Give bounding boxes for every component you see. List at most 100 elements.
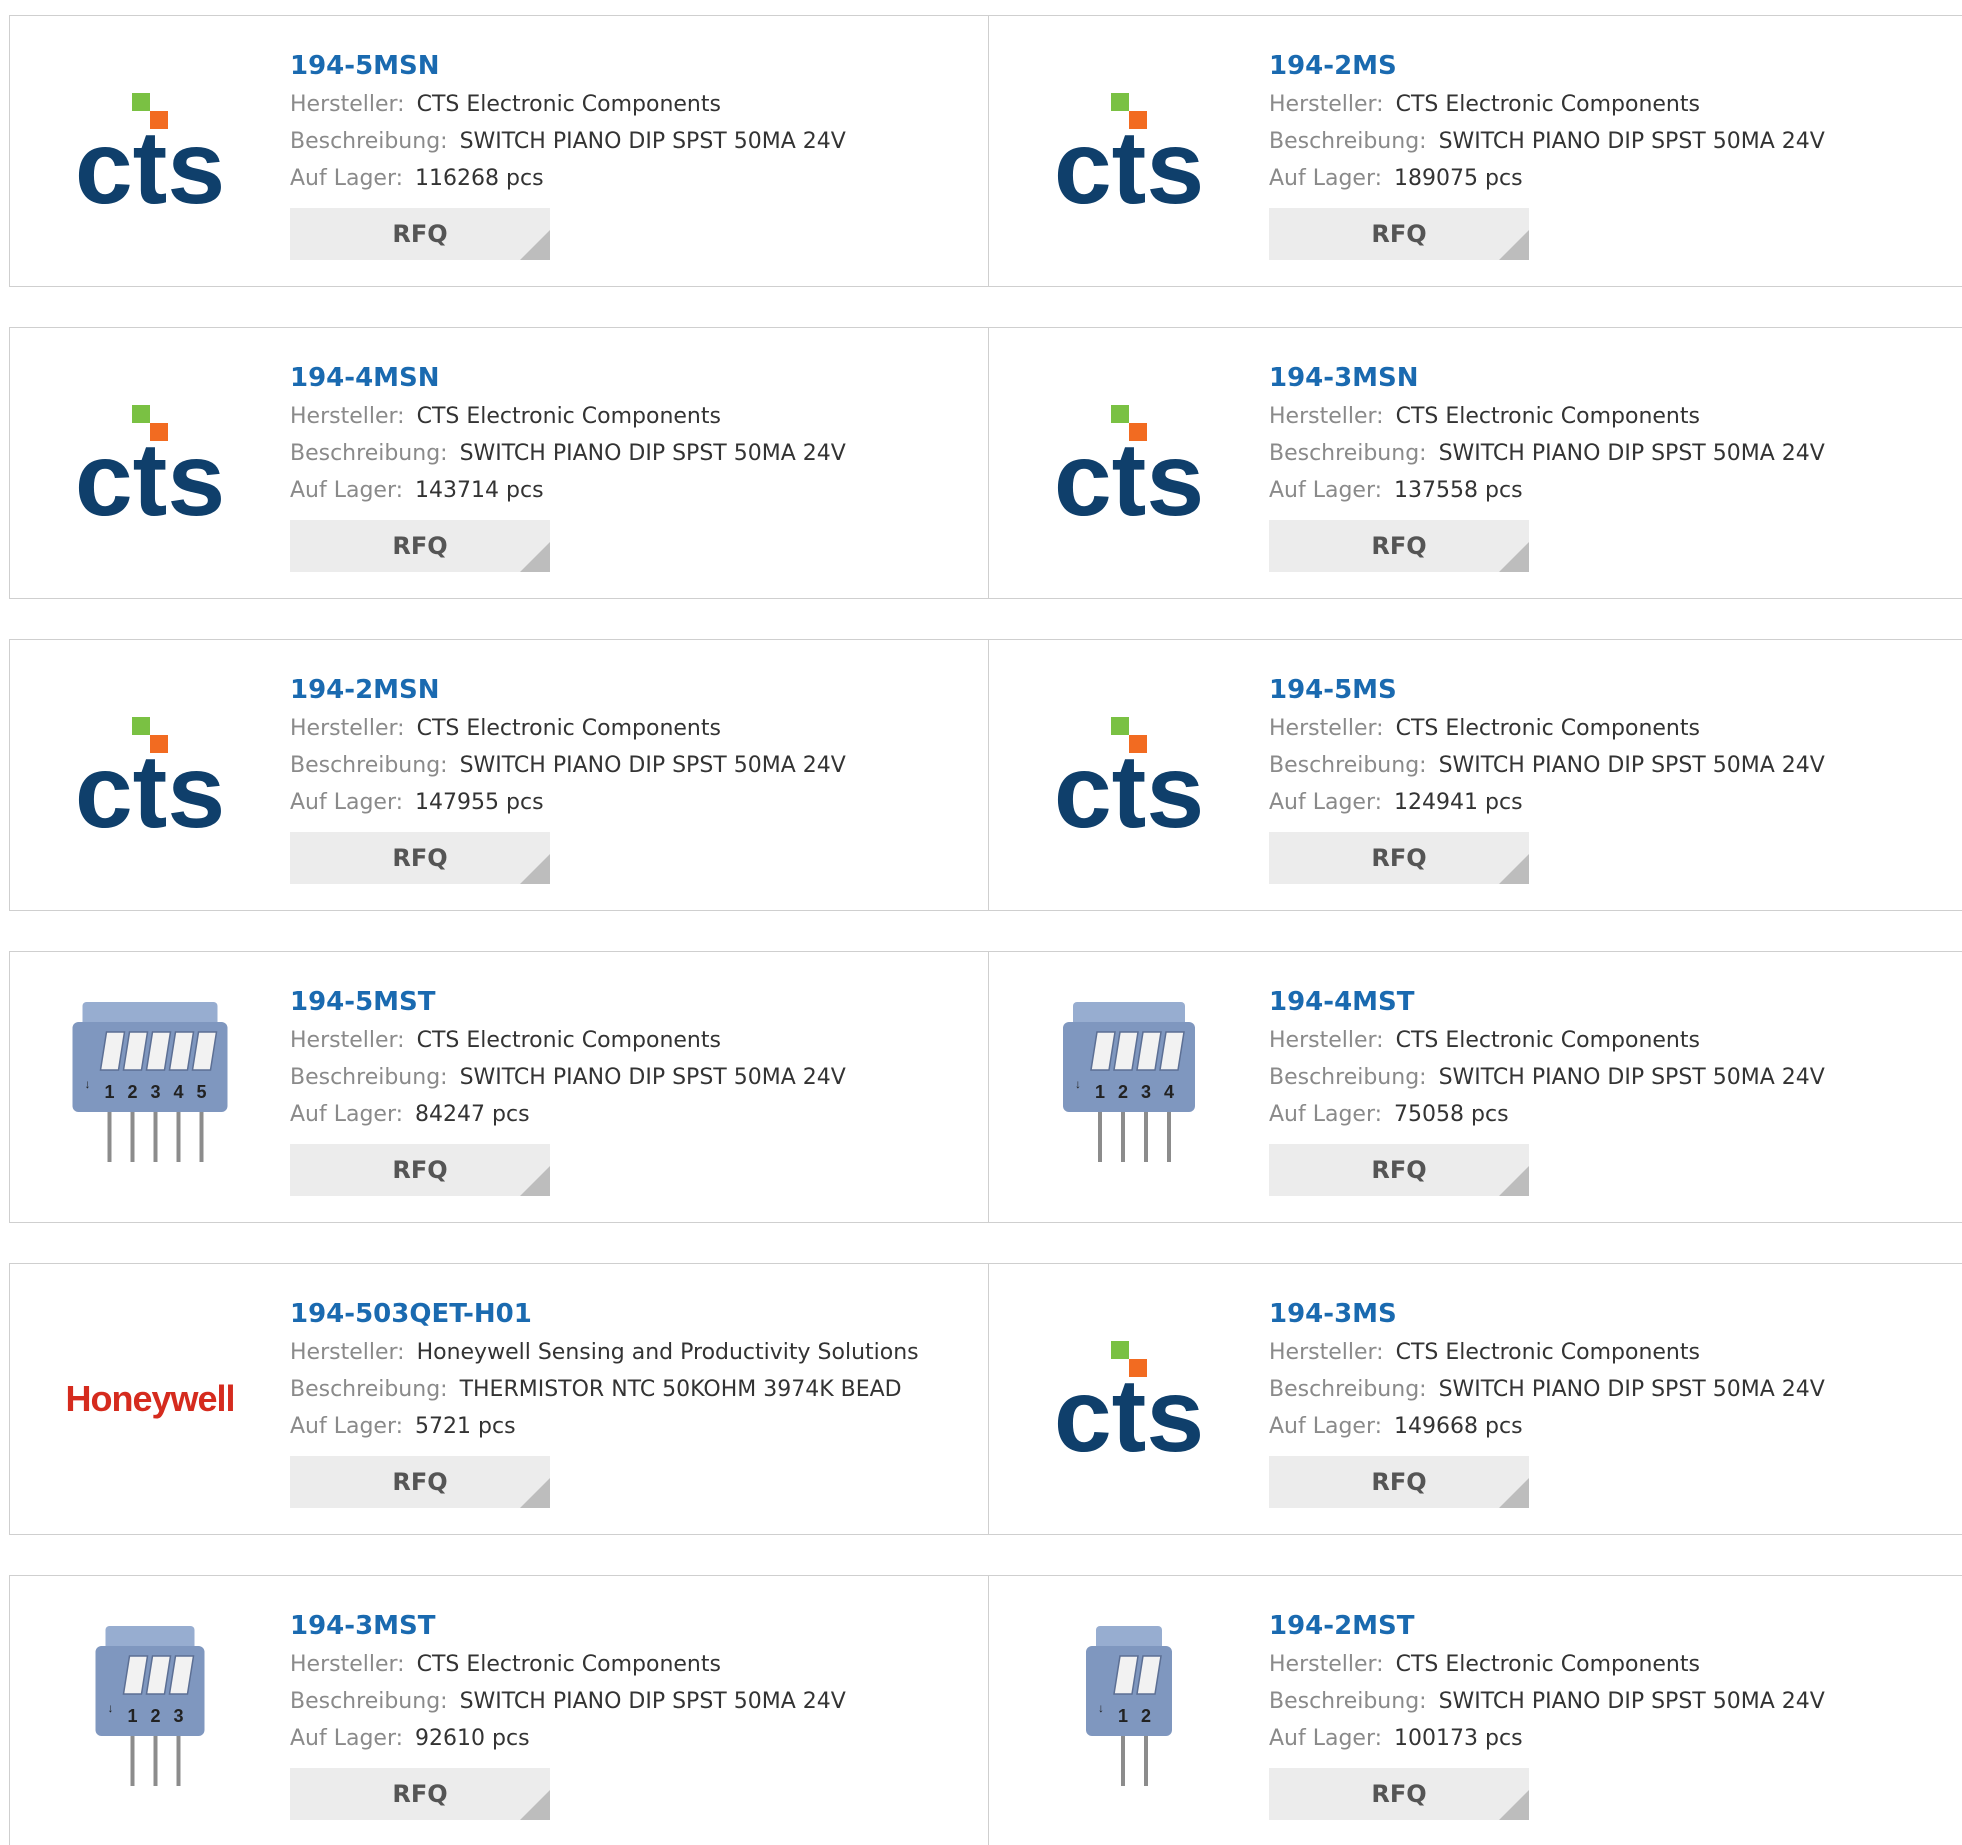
part-number-link[interactable]: 194-3MSN (1269, 358, 1949, 398)
description-row: Beschreibung: SWITCH PIANO DIP SPST 50MA … (290, 1059, 970, 1096)
stock-row: Auf Lager: 147955 pcs (290, 784, 970, 821)
product-info: 194-5MSN Hersteller: CTS Electronic Compo… (290, 46, 970, 260)
svg-text:↓: ↓ (1075, 1077, 1081, 1091)
part-number-link[interactable]: 194-3MST (290, 1606, 970, 1646)
stock-row: Auf Lager: 116268 pcs (290, 160, 970, 197)
rfq-button[interactable]: RFQ (1269, 208, 1529, 260)
product-row: cts 194-4MSN Hersteller: CTS Electronic C… (9, 327, 1962, 599)
product-image[interactable]: cts (1029, 1334, 1229, 1464)
rfq-button[interactable]: RFQ (1269, 1456, 1529, 1508)
stock-label: Auf Lager: (1269, 166, 1383, 191)
manufacturer-row: Hersteller: CTS Electronic Components (290, 86, 970, 123)
manufacturer-row: Hersteller: CTS Electronic Components (1269, 710, 1949, 747)
part-number-link[interactable]: 194-5MSN (290, 46, 970, 86)
rfq-label: RFQ (392, 532, 448, 560)
product-info: 194-4MSN Hersteller: CTS Electronic Compo… (290, 358, 970, 572)
svg-text:2: 2 (127, 1082, 137, 1102)
stock-value: 137558 pcs (1394, 478, 1523, 503)
rfq-button[interactable]: RFQ (290, 1768, 550, 1820)
description-value: SWITCH PIANO DIP SPST 50MA 24V (1438, 1377, 1825, 1402)
rfq-button[interactable]: RFQ (290, 1144, 550, 1196)
product-info: 194-3MSN Hersteller: CTS Electronic Compo… (1269, 358, 1949, 572)
product-image[interactable]: Honeywell (50, 1334, 250, 1464)
product-row: 1 2 3 ↓ 194-3MST Hersteller: CTS Electronic … (9, 1575, 1962, 1845)
product-image[interactable]: cts (1029, 710, 1229, 840)
rfq-label: RFQ (1371, 1156, 1427, 1184)
product-card: 1 2 3 ↓ 194-3MST Hersteller: CTS Electronic … (10, 1576, 989, 1845)
manufacturer-row: Hersteller: CTS Electronic Components (1269, 1334, 1949, 1371)
part-number-link[interactable]: 194-503QET-H01 (290, 1294, 970, 1334)
description-value: SWITCH PIANO DIP SPST 50MA 24V (459, 1689, 846, 1714)
product-info: 194-5MS Hersteller: CTS Electronic Compon… (1269, 670, 1949, 884)
svg-text:1: 1 (1095, 1082, 1105, 1102)
part-number-link[interactable]: 194-2MST (1269, 1606, 1949, 1646)
stock-value: 75058 pcs (1394, 1102, 1509, 1127)
rfq-button[interactable]: RFQ (1269, 1768, 1529, 1820)
description-value: THERMISTOR NTC 50KOHM 3974K BEAD (459, 1377, 902, 1402)
rfq-button[interactable]: RFQ (290, 832, 550, 884)
corner-triangle-icon (1499, 1166, 1529, 1196)
rfq-label: RFQ (1371, 844, 1427, 872)
cts-logo-icon: cts (1054, 1341, 1204, 1459)
rfq-button[interactable]: RFQ (1269, 832, 1529, 884)
description-row: Beschreibung: SWITCH PIANO DIP SPST 50MA … (1269, 1371, 1949, 1408)
manufacturer-row: Hersteller: Honeywell Sensing and Product… (290, 1334, 970, 1371)
svg-text:4: 4 (1164, 1082, 1174, 1102)
description-row: Beschreibung: SWITCH PIANO DIP SPST 50MA … (290, 435, 970, 472)
stock-value: 92610 pcs (415, 1726, 530, 1751)
part-number-link[interactable]: 194-4MSN (290, 358, 970, 398)
corner-triangle-icon (520, 1478, 550, 1508)
corner-triangle-icon (1499, 854, 1529, 884)
product-image[interactable]: cts (50, 710, 250, 840)
part-number-link[interactable]: 194-4MST (1269, 982, 1949, 1022)
product-card: cts 194-5MSN Hersteller: CTS Electronic C… (10, 16, 989, 286)
stock-row: Auf Lager: 5721 pcs (290, 1408, 970, 1445)
svg-text:3: 3 (173, 1706, 183, 1726)
product-row: cts 194-2MSN Hersteller: CTS Electronic C… (9, 639, 1962, 911)
rfq-button[interactable]: RFQ (290, 208, 550, 260)
product-image[interactable]: 1 2 3 4 5 ↓ (50, 992, 250, 1182)
product-image[interactable]: 1 2 ↓ (1029, 1616, 1229, 1806)
product-image[interactable]: 1 2 3 4 ↓ (1029, 992, 1229, 1182)
description-label: Beschreibung: (1269, 1689, 1427, 1714)
manufacturer-label: Hersteller: (290, 404, 405, 429)
svg-text:↓: ↓ (1098, 1701, 1104, 1715)
stock-label: Auf Lager: (1269, 1414, 1383, 1439)
manufacturer-row: Hersteller: CTS Electronic Components (290, 1646, 970, 1683)
product-image[interactable]: cts (1029, 86, 1229, 216)
product-info: 194-3MS Hersteller: CTS Electronic Compon… (1269, 1294, 1949, 1508)
product-card: cts 194-3MS Hersteller: CTS Electronic Co… (989, 1264, 1962, 1534)
manufacturer-value: CTS Electronic Components (416, 404, 721, 429)
manufacturer-row: Hersteller: CTS Electronic Components (1269, 398, 1949, 435)
rfq-button[interactable]: RFQ (290, 1456, 550, 1508)
description-row: Beschreibung: SWITCH PIANO DIP SPST 50MA … (1269, 435, 1949, 472)
manufacturer-row: Hersteller: CTS Electronic Components (290, 398, 970, 435)
svg-text:cts: cts (75, 734, 225, 835)
product-info: 194-2MSN Hersteller: CTS Electronic Compo… (290, 670, 970, 884)
product-image[interactable]: cts (50, 86, 250, 216)
part-number-link[interactable]: 194-5MS (1269, 670, 1949, 710)
manufacturer-label: Hersteller: (290, 1652, 405, 1677)
rfq-button[interactable]: RFQ (290, 520, 550, 572)
product-image[interactable]: cts (50, 398, 250, 528)
rfq-label: RFQ (1371, 1780, 1427, 1808)
manufacturer-value: CTS Electronic Components (1395, 1028, 1700, 1053)
dip-switch-photo-icon: 1 2 3 ↓ (95, 1626, 205, 1786)
part-number-link[interactable]: 194-3MS (1269, 1294, 1949, 1334)
corner-triangle-icon (520, 854, 550, 884)
svg-text:1: 1 (1118, 1706, 1128, 1726)
corner-triangle-icon (1499, 1790, 1529, 1820)
cts-logo-icon: cts (75, 93, 225, 211)
part-number-link[interactable]: 194-2MS (1269, 46, 1949, 86)
stock-value: 5721 pcs (415, 1414, 516, 1439)
product-image[interactable]: 1 2 3 ↓ (50, 1616, 250, 1806)
product-row: 1 2 3 4 5 ↓ 194-5MST Hersteller: CTS Electroni… (9, 951, 1962, 1223)
cts-logo-icon: cts (1054, 405, 1204, 523)
stock-row: Auf Lager: 92610 pcs (290, 1720, 970, 1757)
stock-label: Auf Lager: (290, 166, 404, 191)
part-number-link[interactable]: 194-2MSN (290, 670, 970, 710)
rfq-button[interactable]: RFQ (1269, 1144, 1529, 1196)
part-number-link[interactable]: 194-5MST (290, 982, 970, 1022)
product-image[interactable]: cts (1029, 398, 1229, 528)
rfq-button[interactable]: RFQ (1269, 520, 1529, 572)
